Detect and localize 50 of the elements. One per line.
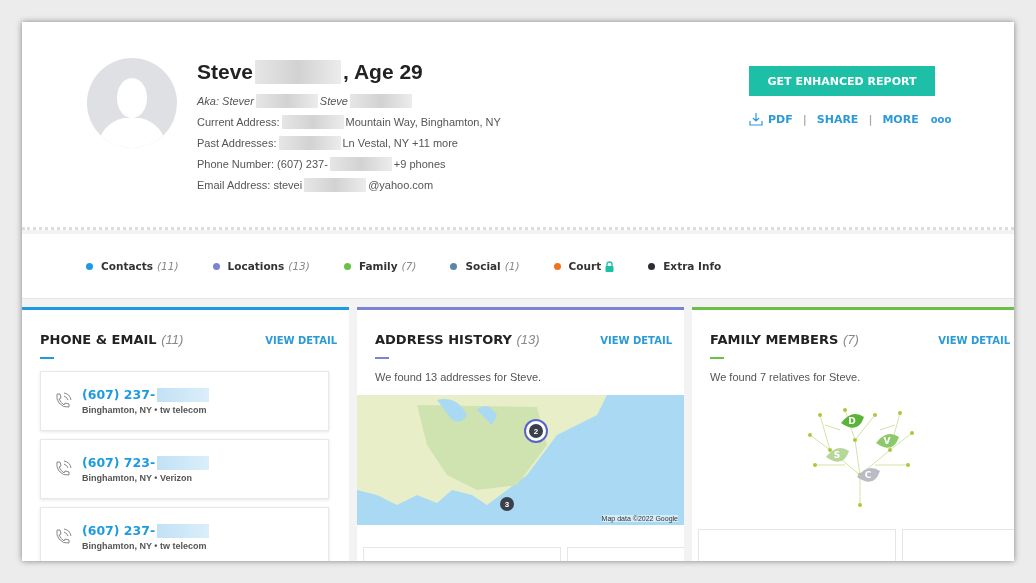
profile-text: Aka: Stever (197, 94, 254, 107)
profile-text: Phone Number: (607) 237- (197, 157, 328, 170)
profile-text: Steve (319, 94, 348, 107)
profile-text: @yahoo.com (368, 178, 434, 191)
redaction-blur (157, 523, 210, 538)
link-separator: | (802, 112, 807, 126)
family-tree-drawing: D V S C (800, 395, 920, 507)
redaction-blur (255, 93, 318, 108)
phone-icon (53, 459, 73, 479)
phone-icon (53, 527, 73, 547)
redaction-blur (329, 156, 392, 171)
category-tab[interactable]: Contacts (11) (86, 260, 179, 272)
relative-card[interactable] (698, 529, 896, 561)
link-separator: | (868, 112, 873, 126)
redaction-blur (350, 93, 412, 108)
profile-text: Current Address: (197, 115, 280, 128)
card-title: PHONE & EMAIL (11) (40, 332, 184, 347)
phone-card[interactable]: (607) 723- Binghamton, NY • Verizon (40, 439, 329, 499)
category-tab[interactable]: Family (7) (343, 260, 417, 272)
download-icon (749, 112, 763, 126)
category-tab[interactable]: Extra Info (648, 260, 722, 272)
profile-text: Email Address: stevei (197, 178, 303, 191)
phone-icon (53, 391, 73, 411)
category-tab[interactable]: Locations (13) (212, 260, 310, 272)
phone-carrier: Binghamton, NY • Verizon (82, 473, 193, 483)
redaction-blur (157, 455, 210, 470)
profile-text: Mountain Way, Binghamton, NY (345, 115, 501, 128)
profile-text: Ln Vestal, NY +11 more (342, 136, 458, 149)
relative-card[interactable] (902, 529, 1014, 561)
profile-text: +9 phones (393, 157, 446, 170)
phone-card[interactable]: (607) 237- Binghamton, NY • tw telecom (40, 371, 329, 431)
profile-text: Past Addresses: (197, 136, 277, 149)
card-title: ADDRESS HISTORY (13) (375, 332, 540, 347)
category-tab[interactable]: Court (553, 260, 615, 272)
card-title: FAMILY MEMBERS (7) (710, 332, 859, 347)
redaction-blur (157, 387, 210, 402)
profile-text: , Age 29 (343, 60, 423, 84)
phone-card[interactable]: (607) 237- Binghamton, NY • tw telecom (40, 507, 329, 561)
redaction-blur (281, 114, 344, 129)
profile-text: Steve (197, 60, 254, 84)
phone-number: (607) 237- (82, 523, 156, 538)
category-tab[interactable]: Social (1) (450, 260, 520, 272)
phone-carrier: Binghamton, NY • tw telecom (82, 405, 208, 415)
redaction-blur (304, 177, 367, 192)
summary-text: We found 7 relatives for Steve. (710, 371, 862, 383)
phone-number: (607) 723- (82, 455, 156, 470)
phone-carrier: Binghamton, NY • tw telecom (82, 541, 208, 551)
summary-text: We found 13 addresses for Steve. (375, 371, 543, 383)
redaction-blur (278, 135, 341, 150)
phone-number: (607) 237- (82, 387, 156, 402)
